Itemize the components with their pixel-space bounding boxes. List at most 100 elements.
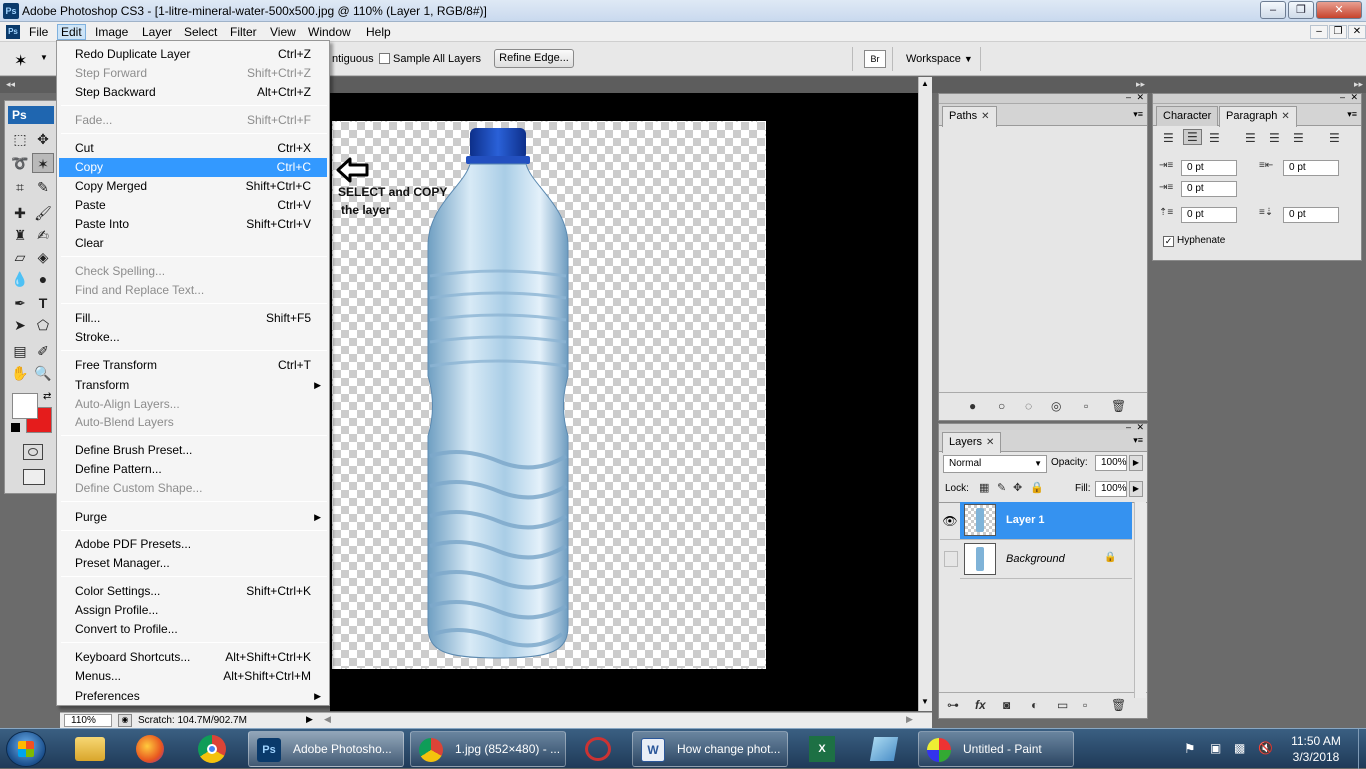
scroll-up-icon[interactable]: ▲	[921, 79, 929, 88]
taskbar-item-photoshop[interactable]: Ps Adobe Photosho...	[248, 731, 404, 767]
system-clock[interactable]: 11:50 AM 3/3/2018	[1278, 733, 1354, 765]
space-before-field[interactable]: 0 pt	[1181, 207, 1237, 223]
indent-left-field[interactable]: 0 pt	[1181, 160, 1237, 176]
fill-path-icon[interactable]: ●	[969, 399, 976, 413]
panel-minimize-icon[interactable]: –	[1340, 92, 1345, 102]
menu-item-auto-align-layers[interactable]: Auto-Align Layers...	[59, 395, 327, 414]
space-after-field[interactable]: 0 pt	[1283, 207, 1339, 223]
menu-edit[interactable]: Edit	[57, 24, 86, 40]
menu-item-step-backward[interactable]: Step Backward Alt+Ctrl+Z	[59, 83, 327, 102]
collapse-left-icon[interactable]: ◂◂	[6, 79, 15, 90]
layers-scrollbar[interactable]	[1134, 502, 1146, 698]
menu-item-preset-manager[interactable]: Preset Manager...	[59, 554, 327, 573]
align-right-icon[interactable]: ☰	[1209, 131, 1220, 145]
panel-menu-icon[interactable]: ▾≡	[1347, 109, 1357, 120]
menu-item-define-brush-preset[interactable]: Define Brush Preset...	[59, 441, 327, 460]
layer-row[interactable]: Layer 1	[960, 502, 1132, 540]
new-layer-icon[interactable]: ▫	[1083, 698, 1087, 712]
menu-window[interactable]: Window	[305, 24, 354, 40]
network-icon[interactable]: ▩	[1234, 741, 1245, 755]
tab-paths[interactable]: Paths ✕	[942, 106, 997, 127]
taskbar-item-chrome-image[interactable]: 1.jpg (852×480) - ...	[410, 731, 566, 767]
zoom-field[interactable]: 110%	[64, 714, 112, 727]
default-colors-icon[interactable]	[11, 423, 20, 432]
menu-filter[interactable]: Filter	[227, 24, 260, 40]
maximize-button[interactable]: ❐	[1288, 1, 1314, 19]
scroll-right-icon[interactable]: ▶	[906, 714, 913, 725]
expand-panels-icon[interactable]: ▸▸	[1354, 79, 1363, 90]
snipping-tool-icon[interactable]	[572, 733, 624, 765]
doc-close-button[interactable]: ✕	[1348, 25, 1366, 39]
menu-item-keyboard-shortcuts[interactable]: Keyboard Shortcuts... Alt+Shift+Ctrl+K	[59, 648, 327, 667]
menu-item-auto-blend-layers[interactable]: Auto-Blend Layers	[59, 413, 327, 432]
canvas-vertical-scrollbar[interactable]: ▲ ▼	[918, 77, 932, 711]
clone-stamp-icon[interactable]: ♜	[9, 225, 31, 245]
menu-item-color-settings[interactable]: Color Settings... Shift+Ctrl+K	[59, 582, 327, 601]
close-icon[interactable]: ✕	[1281, 111, 1289, 122]
menu-item-copy[interactable]: Copy Ctrl+C	[59, 158, 327, 177]
menu-item-fade[interactable]: Fade... Shift+Ctrl+F	[59, 111, 327, 130]
layer-mask-icon[interactable]: ◙	[1003, 698, 1010, 712]
menu-layer[interactable]: Layer	[139, 24, 175, 40]
brush-tool-icon[interactable]: 🖌	[32, 203, 54, 223]
tool-preset-dropdown-icon[interactable]: ▼	[40, 53, 48, 62]
menu-item-adobe-pdf-presets[interactable]: Adobe PDF Presets...	[59, 535, 327, 554]
paint-bucket-icon[interactable]: ◈	[32, 247, 54, 267]
menu-item-redo-duplicate-layer[interactable]: Redo Duplicate Layer Ctrl+Z	[59, 45, 327, 64]
panel-menu-icon[interactable]: ▾≡	[1133, 435, 1143, 446]
type-tool-icon[interactable]: T	[32, 293, 54, 313]
new-group-icon[interactable]: ▭	[1057, 698, 1068, 712]
refine-edge-button[interactable]: Refine Edge...	[494, 49, 574, 68]
close-icon[interactable]: ✕	[986, 437, 994, 448]
menu-item-assign-profile[interactable]: Assign Profile...	[59, 601, 327, 620]
sample-all-layers-checkbox[interactable]	[379, 53, 390, 64]
adjustment-layer-icon[interactable]: ◐	[1031, 698, 1038, 712]
menu-item-check-spelling[interactable]: Check Spelling...	[59, 262, 327, 281]
menu-item-purge[interactable]: Purge ▶	[59, 508, 327, 527]
layer-name[interactable]: Layer 1	[1006, 514, 1045, 526]
justify-center-icon[interactable]: ☰	[1269, 131, 1280, 145]
foreground-color-swatch[interactable]	[12, 393, 38, 419]
show-desktop-button[interactable]	[1358, 729, 1366, 769]
menu-item-fill[interactable]: Fill... Shift+F5	[59, 309, 327, 328]
magic-wand-tool-icon[interactable]: ✶	[32, 153, 54, 173]
indent-right-field[interactable]: 0 pt	[1283, 160, 1339, 176]
close-window-button[interactable]: ✕	[1316, 1, 1362, 19]
align-center-icon[interactable]: ☰	[1183, 129, 1202, 145]
quick-mask-icon[interactable]	[23, 444, 43, 460]
menu-select[interactable]: Select	[181, 24, 220, 40]
shape-tool-icon[interactable]: ⬠	[32, 315, 54, 335]
menu-help[interactable]: Help	[363, 24, 394, 40]
delete-layer-icon[interactable]: 🗑	[1111, 698, 1126, 712]
scroll-down-icon[interactable]: ▼	[921, 697, 929, 706]
panel-minimize-icon[interactable]: –	[1126, 92, 1131, 102]
lock-all-icon[interactable]: 🔒	[1030, 481, 1044, 494]
layer-style-icon[interactable]: fx	[975, 698, 986, 712]
menu-item-convert-to-profile[interactable]: Convert to Profile...	[59, 620, 327, 639]
menu-item-cut[interactable]: Cut Ctrl+X	[59, 139, 327, 158]
slice-tool-icon[interactable]: ✎	[32, 177, 54, 197]
align-left-icon[interactable]: ☰	[1163, 131, 1174, 145]
hyphenate-checkbox[interactable]: ✓	[1163, 236, 1174, 247]
delete-path-icon[interactable]: 🗑	[1111, 399, 1126, 413]
menu-item-copy-merged[interactable]: Copy Merged Shift+Ctrl+C	[59, 177, 327, 196]
menu-item-stroke[interactable]: Stroke...	[59, 328, 327, 347]
justify-left-icon[interactable]: ☰	[1245, 131, 1256, 145]
notes-tool-icon[interactable]: ▤	[9, 341, 31, 361]
load-selection-icon[interactable]: ◌	[1025, 399, 1032, 413]
link-layers-icon[interactable]: ⊶	[947, 698, 959, 712]
menu-item-define-pattern[interactable]: Define Pattern...	[59, 460, 327, 479]
screen-mode-icon[interactable]	[23, 469, 45, 485]
healing-brush-icon[interactable]: ✚	[9, 203, 31, 223]
pen-tool-icon[interactable]: ✒	[9, 293, 31, 313]
justify-all-icon[interactable]: ☰	[1329, 131, 1340, 145]
move-tool-icon[interactable]: ✥	[32, 129, 54, 149]
firefox-icon[interactable]	[124, 733, 176, 765]
expand-panels-icon[interactable]: ▸▸	[1136, 79, 1145, 90]
file-explorer-icon[interactable]	[64, 733, 116, 765]
taskbar-item-paint[interactable]: Untitled - Paint	[918, 731, 1074, 767]
doc-restore-button[interactable]: ❐	[1329, 25, 1347, 39]
tab-paragraph[interactable]: Paragraph ✕	[1219, 106, 1297, 127]
blur-tool-icon[interactable]: 💧	[9, 269, 31, 289]
tab-layers[interactable]: Layers ✕	[942, 432, 1002, 453]
